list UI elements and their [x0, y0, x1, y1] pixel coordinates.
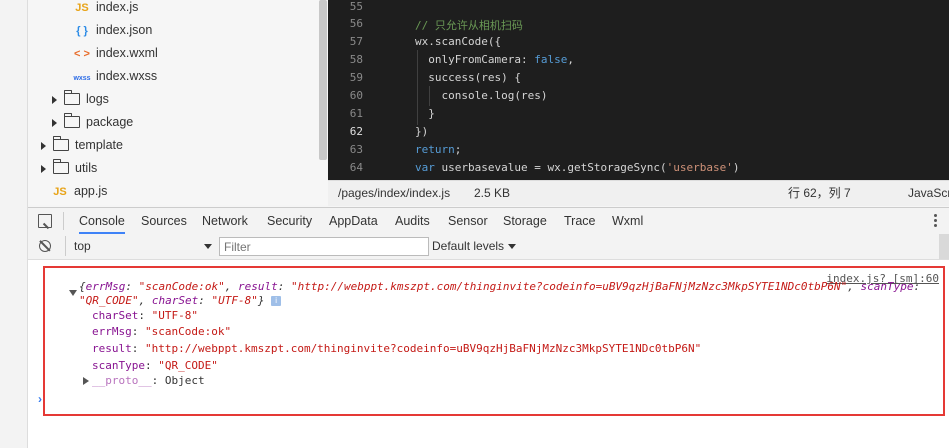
file-index-wxml[interactable]: < > index.wxml [72, 42, 158, 65]
tab-sensor[interactable]: Sensor [448, 208, 488, 234]
console-prompt[interactable]: › [38, 392, 42, 406]
code-line: onlyFromCamera: false, [415, 53, 574, 66]
js-icon: JS [53, 186, 67, 198]
folder-logs[interactable]: logs [52, 88, 109, 111]
clear-console-icon[interactable] [39, 240, 51, 252]
tab-appdata[interactable]: AppData [329, 208, 378, 234]
line-number-gutter: 55 56 57 58 59 60 61 62 63 64 [328, 0, 378, 180]
log-property: charSet: "UTF-8" [92, 309, 198, 322]
line-number: 59 [349, 71, 363, 84]
context-value: top [74, 239, 91, 253]
chevron-down-icon [508, 244, 517, 250]
expand-toggle-icon[interactable] [69, 290, 77, 296]
tab-security[interactable]: Security [267, 208, 312, 234]
file-label: index.js [96, 0, 139, 14]
folder-icon [53, 158, 69, 174]
folder-icon [53, 135, 69, 151]
line-number-current: 62 [349, 125, 363, 138]
folder-label: logs [86, 92, 109, 106]
more-options-icon[interactable] [934, 214, 937, 229]
inspect-element-icon[interactable] [38, 214, 52, 228]
file-index-wxss[interactable]: wxss index.wxss [72, 65, 157, 88]
filter-input[interactable] [219, 237, 429, 256]
line-number: 60 [349, 89, 363, 102]
file-tree-scrollbar[interactable] [319, 0, 327, 160]
tab-audits[interactable]: Audits [395, 208, 430, 234]
log-levels-dropdown[interactable]: Default levels [432, 234, 517, 259]
editor-status-bar: /pages/index/index.js 2.5 KB 行 62，列 7 Ja… [328, 180, 949, 206]
folder-icon [64, 112, 80, 128]
file-index-js[interactable]: JS index.js [72, 0, 138, 19]
file-label: index.wxss [96, 69, 158, 83]
chevron-right-icon[interactable] [41, 141, 46, 150]
code-line: return; [415, 143, 462, 156]
highlight-box: index.js? [sm]:60 {errMsg: "scanCode:ok"… [43, 266, 945, 416]
wxss-icon: wxss [73, 75, 91, 82]
language-mode[interactable]: JavaScript [908, 181, 949, 206]
file-label: index.json [96, 23, 153, 37]
code-line: var userbasevalue = wx.getStorageSync('u… [415, 161, 740, 174]
tab-trace[interactable]: Trace [564, 208, 596, 234]
console-output: index.js? [sm]:60 {errMsg: "scanCode:ok"… [28, 260, 949, 448]
file-size: 2.5 KB [474, 186, 511, 200]
info-icon: i [271, 296, 282, 306]
line-number: 63 [349, 143, 363, 156]
folder-label: utils [75, 161, 98, 175]
line-number: 61 [349, 107, 363, 120]
line-number: 57 [349, 35, 363, 48]
divider [63, 212, 64, 230]
folder-icon [64, 89, 80, 105]
tab-network[interactable]: Network [202, 208, 248, 234]
file-app-js[interactable]: JS app.js [50, 180, 107, 203]
folder-label: package [86, 115, 134, 129]
code-line: }) [415, 125, 429, 138]
code-line: console.log(res) [415, 89, 548, 102]
log-proto[interactable]: __proto__: Object [92, 374, 205, 387]
tab-sources[interactable]: Sources [141, 208, 187, 234]
tab-storage[interactable]: Storage [503, 208, 547, 234]
file-label: app.js [74, 184, 108, 198]
chevron-right-icon[interactable] [52, 95, 57, 104]
folder-utils[interactable]: utils [41, 157, 97, 180]
folder-package[interactable]: package [52, 111, 133, 134]
file-path: /pages/index/index.js [338, 186, 451, 200]
cursor-position[interactable]: 行 62，列 7 [788, 181, 851, 206]
code-editor[interactable]: 55 56 57 58 59 60 61 62 63 64 // 只允许从相机扫… [328, 0, 949, 180]
code-line: // 只允许从相机扫码 [415, 19, 523, 32]
file-tree: JS index.js { } index.json < > index.wxml w… [28, 0, 328, 205]
log-summary-line[interactable]: "QR_CODE", charSet: "UTF-8"} i [79, 294, 282, 307]
file-index-json[interactable]: { } index.json [72, 19, 152, 42]
expand-proto-icon[interactable] [83, 377, 89, 385]
log-property: result: "http://webppt.kmszpt.com/thingi… [92, 342, 702, 355]
line-number: 58 [349, 53, 363, 66]
js-icon: JS [75, 2, 89, 14]
line-number: 64 [349, 161, 363, 174]
left-gutter [0, 0, 28, 448]
log-summary-line[interactable]: {errMsg: "scanCode:ok", result: "http://… [79, 280, 920, 293]
chevron-right-icon[interactable] [41, 164, 46, 173]
code-line: success(res) { [415, 71, 521, 84]
code-line: wx.scanCode({ [415, 35, 502, 48]
log-levels-label: Default levels [432, 239, 505, 253]
chevron-right-icon[interactable] [52, 118, 57, 127]
log-property: scanType: "QR_CODE" [92, 359, 218, 372]
tab-console[interactable]: Console [79, 208, 125, 234]
log-property: errMsg: "scanCode:ok" [92, 325, 232, 338]
devtools-tab-bar: Console Sources Network Security AppData… [28, 207, 949, 235]
folder-label: template [75, 138, 123, 152]
console-toolbar: top Default levels [28, 234, 949, 260]
tab-wxml[interactable]: Wxml [612, 208, 643, 234]
line-number: 56 [349, 17, 363, 30]
wxml-icon: < > [74, 48, 90, 60]
file-label: index.wxml [96, 46, 158, 60]
folder-template[interactable]: template [41, 134, 123, 157]
context-selector[interactable]: top [65, 236, 214, 256]
code-line: } [415, 107, 435, 120]
console-scrollbar[interactable] [939, 234, 949, 259]
chevron-down-icon [204, 244, 212, 249]
line-number: 55 [349, 0, 363, 13]
json-icon: { } [76, 25, 88, 37]
